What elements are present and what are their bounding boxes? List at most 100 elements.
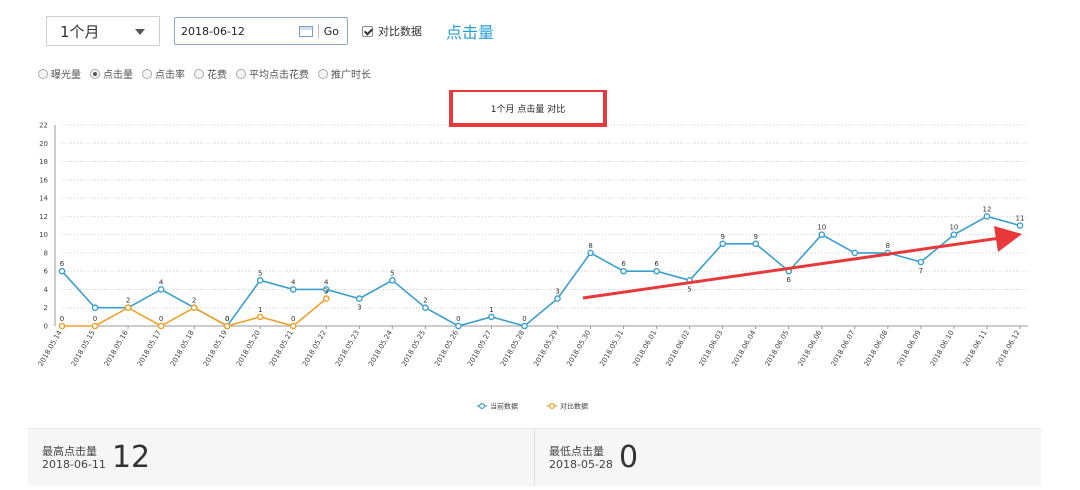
data-label: 0	[93, 315, 97, 323]
stat-max-text: 最高点击量 2018-06-11	[42, 445, 106, 471]
metric-radio-group: 曝光量 点击量 点击率 花费 平均点击花费 推广时长	[38, 66, 380, 81]
x-tick-label: 2018.06.11	[962, 329, 989, 368]
metric-option-label: 推广时长	[331, 70, 371, 81]
data-label: 0	[159, 315, 163, 323]
stat-max-date: 2018-06-11	[42, 457, 106, 471]
metric-option-label: 花费	[207, 70, 227, 81]
x-tick-label: 2018.05.30	[565, 329, 592, 368]
radio-button[interactable]	[90, 68, 100, 79]
date-separator	[317, 24, 319, 38]
date-input[interactable]: 2018-06-12 Go	[174, 17, 348, 45]
x-tick-label: 2018.06.12	[995, 329, 1022, 368]
stat-min-text: 最低点击量 2018-05-28	[549, 445, 613, 471]
period-select[interactable]: 1个月	[46, 16, 160, 46]
toolbar: 1个月 2018-06-12 Go 对比数据 点击量	[46, 16, 494, 46]
metric-title: 点击量	[446, 23, 495, 42]
series-1-point	[91, 322, 99, 330]
radio-button[interactable]	[236, 68, 246, 79]
series-0-point	[455, 322, 462, 330]
metric-option-0[interactable]: 曝光量	[38, 66, 81, 81]
data-label: 0	[60, 315, 64, 323]
radio-button[interactable]	[38, 68, 48, 79]
radio-button[interactable]	[142, 68, 152, 79]
metric-option-label: 平均点击花费	[249, 70, 309, 81]
x-tick-label: 2018.05.15	[70, 329, 97, 368]
series-1-point	[256, 313, 264, 321]
series-line-0	[61, 215, 1021, 328]
x-tick-label: 2018.05.28	[499, 329, 526, 368]
data-label: 10	[949, 224, 958, 232]
series-0-point	[719, 240, 726, 248]
series-0-point	[554, 295, 561, 302]
data-label: 8	[588, 242, 592, 250]
x-tick-label: 2018.05.17	[136, 329, 163, 368]
data-label: 4	[291, 278, 296, 286]
data-label: 0	[522, 315, 526, 323]
data-label: 5	[258, 269, 262, 277]
legend-label: 当前数据	[490, 402, 518, 411]
radio-button[interactable]	[194, 68, 204, 79]
metric-option-2[interactable]: 点击率	[142, 66, 185, 81]
radio-button[interactable]	[318, 68, 328, 79]
data-label: 11	[1016, 215, 1025, 223]
data-label: 2	[423, 297, 427, 305]
series-0-point	[91, 304, 99, 312]
compare-toggle[interactable]: 对比数据	[362, 23, 422, 39]
series-0-point	[389, 277, 396, 284]
series-0-point	[58, 267, 66, 275]
data-label: 12	[983, 205, 992, 213]
data-label: 0	[456, 315, 460, 323]
series-0-point	[256, 277, 264, 284]
data-label: 5	[390, 269, 394, 277]
x-tick-label: 2018.05.25	[400, 329, 427, 368]
y-tick-label: 4	[44, 286, 49, 294]
data-label: 9	[753, 233, 757, 241]
series-0-point	[983, 213, 991, 220]
x-tick-label: 2018.06.09	[896, 329, 923, 368]
stat-max: 最高点击量 2018-06-11 12	[28, 429, 534, 486]
x-tick-label: 2018.05.23	[334, 329, 361, 368]
x-tick-label: 2018.05.29	[532, 329, 559, 368]
x-tick-label: 2018.05.31	[598, 329, 625, 368]
series-0-point	[488, 313, 495, 321]
stat-max-label: 最高点击量	[42, 444, 97, 458]
data-label: 6	[787, 276, 792, 284]
series-0-point	[157, 286, 165, 293]
go-button[interactable]: Go	[324, 25, 339, 38]
series-0-point	[620, 267, 627, 275]
compare-checkbox[interactable]	[362, 25, 373, 37]
stat-max-value: 12	[111, 440, 151, 475]
data-label: 0	[291, 315, 295, 323]
y-tick-label: 20	[39, 140, 48, 148]
metric-option-4[interactable]: 平均点击花费	[236, 66, 309, 81]
series-1-point	[124, 304, 132, 312]
series-0-point	[422, 304, 429, 312]
stats-bar: 最高点击量 2018-06-11 12 最低点击量 2018-05-28 0	[28, 428, 1041, 486]
metric-option-3[interactable]: 花费	[194, 66, 227, 81]
metric-option-1[interactable]: 点击量	[90, 66, 133, 81]
data-label: 4	[324, 278, 329, 286]
metric-option-5[interactable]: 推广时长	[318, 66, 371, 81]
y-tick-label: 16	[39, 176, 48, 184]
y-tick-label: 22	[39, 122, 48, 130]
metric-option-label: 点击量	[103, 70, 133, 81]
chevron-down-icon	[135, 29, 145, 35]
x-tick-label: 2018.06.01	[631, 329, 658, 368]
data-label: 10	[817, 224, 826, 232]
data-label: 9	[720, 233, 724, 241]
date-value: 2018-06-12	[181, 24, 245, 38]
series-0-point	[289, 286, 297, 293]
data-label: 6	[621, 260, 626, 268]
legend-marker	[548, 403, 555, 410]
y-tick-label: 12	[39, 213, 48, 221]
line-chart: 02468101214161820222018.05.14 2018.05.15 2…	[37, 90, 1028, 411]
y-tick-label: 10	[39, 231, 48, 239]
series-0-point	[1016, 222, 1024, 229]
legend-label: 对比数据	[560, 402, 588, 411]
x-tick-label: 2018.06.05	[764, 329, 791, 368]
legend-marker	[479, 403, 486, 410]
period-select-value: 1个月	[60, 22, 100, 41]
series-1-point	[58, 322, 66, 330]
series-1-point	[223, 322, 231, 330]
calendar-icon[interactable]	[298, 25, 313, 37]
